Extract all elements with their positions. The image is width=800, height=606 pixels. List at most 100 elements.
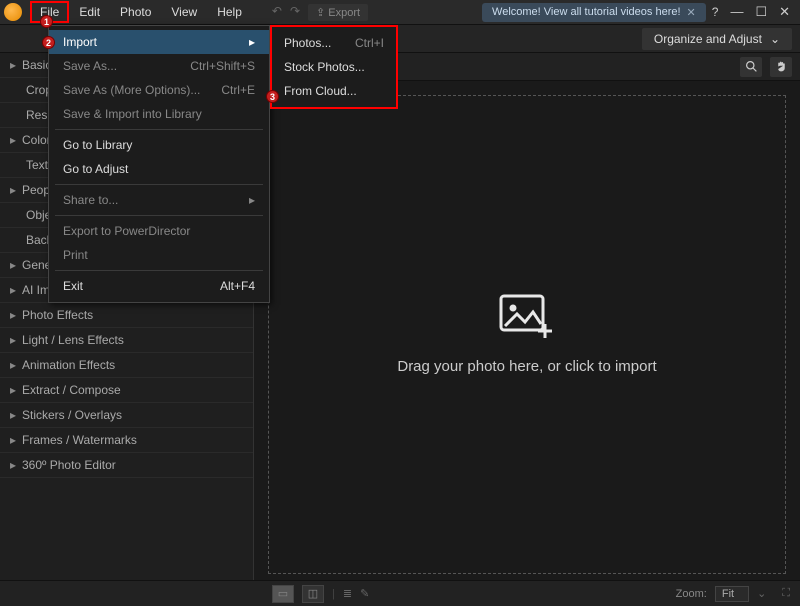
menu-shortcut: Ctrl+Shift+S bbox=[190, 59, 255, 73]
export-button[interactable]: ⇪ Export bbox=[308, 4, 368, 21]
pan-hand-icon[interactable] bbox=[770, 57, 792, 77]
chevron-right-icon: ▸ bbox=[10, 358, 22, 372]
expand-icon[interactable]: ⛶ bbox=[782, 587, 790, 600]
menu-edit[interactable]: Edit bbox=[69, 1, 110, 23]
menu-separator bbox=[55, 215, 263, 216]
menubar: File Edit Photo View Help bbox=[30, 1, 252, 23]
sidebar-item[interactable]: ▸Light / Lens Effects bbox=[0, 328, 253, 353]
chevron-right-icon: ▸ bbox=[249, 193, 255, 207]
menu-item-label: Import bbox=[63, 35, 97, 49]
menu-item-label: Save & Import into Library bbox=[63, 107, 202, 121]
undo-icon[interactable]: ↶ bbox=[272, 4, 282, 21]
zoom-select[interactable]: Fit bbox=[715, 586, 749, 602]
chevron-right-icon: ▸ bbox=[10, 258, 22, 272]
chevron-right-icon: ▸ bbox=[249, 35, 255, 49]
chevron-right-icon: ▸ bbox=[10, 458, 22, 472]
sidebar-item-label: Stickers / Overlays bbox=[22, 408, 122, 422]
submenu-label: Photos... bbox=[284, 36, 331, 50]
menu-item: Print bbox=[49, 243, 269, 267]
menu-item-label: Exit bbox=[63, 279, 83, 293]
menu-item-label: Save As (More Options)... bbox=[63, 83, 200, 97]
callout-badge-1: 1 bbox=[40, 15, 53, 28]
menu-item-label: Save As... bbox=[63, 59, 117, 73]
submenu-item[interactable]: Photos... Ctrl+I bbox=[272, 31, 396, 55]
image-placeholder-icon bbox=[499, 294, 555, 340]
sidebar-item-label: Frames / Watermarks bbox=[22, 433, 137, 447]
sidebar-item[interactable]: ▸Photo Effects bbox=[0, 303, 253, 328]
sidebar-item[interactable]: ▸Stickers / Overlays bbox=[0, 403, 253, 428]
submenu-shortcut: Ctrl+I bbox=[355, 36, 384, 50]
sidebar-item[interactable]: ▸Frames / Watermarks bbox=[0, 428, 253, 453]
menu-photo[interactable]: Photo bbox=[110, 1, 161, 23]
chevron-right-icon: ▸ bbox=[10, 383, 22, 397]
maximize-icon[interactable]: ☐ bbox=[755, 4, 767, 20]
menu-shortcut: Alt+F4 bbox=[220, 279, 255, 293]
welcome-text: Welcome! View all tutorial videos here! bbox=[492, 6, 681, 18]
view-compare-icon[interactable]: ◫ bbox=[302, 585, 324, 603]
menu-view[interactable]: View bbox=[161, 1, 207, 23]
submenu-item[interactable]: From Cloud... bbox=[272, 79, 396, 103]
menu-item-label: Print bbox=[63, 248, 88, 262]
menu-item[interactable]: Exit Alt+F4 bbox=[49, 274, 269, 298]
file-menu: Import ▸ Save As... Ctrl+Shift+S Save As (Mo… bbox=[48, 25, 270, 303]
sidebar-item[interactable]: ▸Animation Effects bbox=[0, 353, 253, 378]
chevron-right-icon: ▸ bbox=[10, 433, 22, 447]
brush-icon[interactable]: ✎ bbox=[360, 587, 369, 600]
list-icon[interactable]: ≣ bbox=[343, 587, 352, 600]
app-icon bbox=[4, 3, 22, 21]
sidebar-item-label: Light / Lens Effects bbox=[22, 333, 124, 347]
submenu-label: Stock Photos... bbox=[284, 60, 365, 74]
menu-item-label: Export to PowerDirector bbox=[63, 224, 190, 238]
title-tools: ↶ ↷ ⇪ Export bbox=[272, 4, 368, 21]
menu-item: Share to... ▸ bbox=[49, 188, 269, 212]
sidebar-item-label: 360º Photo Editor bbox=[22, 458, 116, 472]
callout-badge-3: 3 bbox=[266, 90, 279, 103]
welcome-banner[interactable]: Welcome! View all tutorial videos here! … bbox=[482, 3, 706, 22]
submenu-label: From Cloud... bbox=[284, 84, 357, 98]
sidebar-item[interactable]: ▸360º Photo Editor bbox=[0, 453, 253, 478]
titlebar: File Edit Photo View Help ↶ ↷ ⇪ Export W… bbox=[0, 0, 800, 25]
redo-icon[interactable]: ↷ bbox=[290, 4, 300, 21]
drop-zone[interactable]: Drag your photo here, or click to import bbox=[268, 95, 786, 574]
menu-item-label: Go to Adjust bbox=[63, 162, 128, 176]
chevron-right-icon: ▸ bbox=[10, 283, 22, 297]
menu-shortcut: Ctrl+E bbox=[221, 83, 255, 97]
search-icon[interactable] bbox=[740, 57, 762, 77]
chevron-right-icon: ▸ bbox=[10, 58, 22, 72]
canvas-area: Drag your photo here, or click to import bbox=[254, 53, 800, 580]
menu-item[interactable]: Go to Adjust bbox=[49, 157, 269, 181]
menu-help[interactable]: Help bbox=[207, 1, 252, 23]
close-window-icon[interactable]: ✕ bbox=[779, 4, 790, 20]
sidebar-item-label: Basic bbox=[22, 58, 51, 72]
sidebar-item-label: Photo Effects bbox=[22, 308, 93, 322]
menu-separator bbox=[55, 270, 263, 271]
sidebar-item-label: Gene bbox=[22, 258, 51, 272]
minimize-icon[interactable]: — bbox=[730, 4, 743, 20]
menu-item[interactable]: Go to Library bbox=[49, 133, 269, 157]
sidebar-item-label: Color bbox=[22, 133, 51, 147]
menu-item: Save As... Ctrl+Shift+S bbox=[49, 54, 269, 78]
menu-separator bbox=[55, 184, 263, 185]
submenu-item[interactable]: Stock Photos... bbox=[272, 55, 396, 79]
chevron-right-icon: ▸ bbox=[10, 183, 22, 197]
chevron-right-icon: ▸ bbox=[10, 133, 22, 147]
menu-item[interactable]: Import ▸ bbox=[49, 30, 269, 54]
mode-dropdown[interactable]: Organize and Adjust ⌄ bbox=[642, 28, 792, 50]
close-icon[interactable]: ✕ bbox=[687, 6, 696, 19]
menu-item: Export to PowerDirector bbox=[49, 219, 269, 243]
bottombar: ▭ ◫ | ≣ ✎ Zoom: Fit ⌄ ⛶ bbox=[0, 580, 800, 606]
menu-item: Save As (More Options)... Ctrl+E bbox=[49, 78, 269, 102]
help-icon[interactable]: ? bbox=[712, 5, 719, 19]
drop-text: Drag your photo here, or click to import bbox=[397, 358, 656, 375]
chevron-right-icon: ▸ bbox=[10, 408, 22, 422]
zoom-label: Zoom: bbox=[676, 588, 707, 600]
sidebar-item[interactable]: ▸Extract / Compose bbox=[0, 378, 253, 403]
chevron-right-icon: ▸ bbox=[10, 308, 22, 322]
menu-separator bbox=[55, 129, 263, 130]
import-submenu: Photos... Ctrl+I Stock Photos... From Cloud… bbox=[270, 25, 398, 109]
sidebar-item-label: Extract / Compose bbox=[22, 383, 121, 397]
view-single-icon[interactable]: ▭ bbox=[272, 585, 294, 603]
chevron-down-icon: ⌄ bbox=[770, 32, 780, 46]
menu-item-label: Share to... bbox=[63, 193, 118, 207]
chevron-down-icon[interactable]: ⌄ bbox=[757, 587, 766, 600]
